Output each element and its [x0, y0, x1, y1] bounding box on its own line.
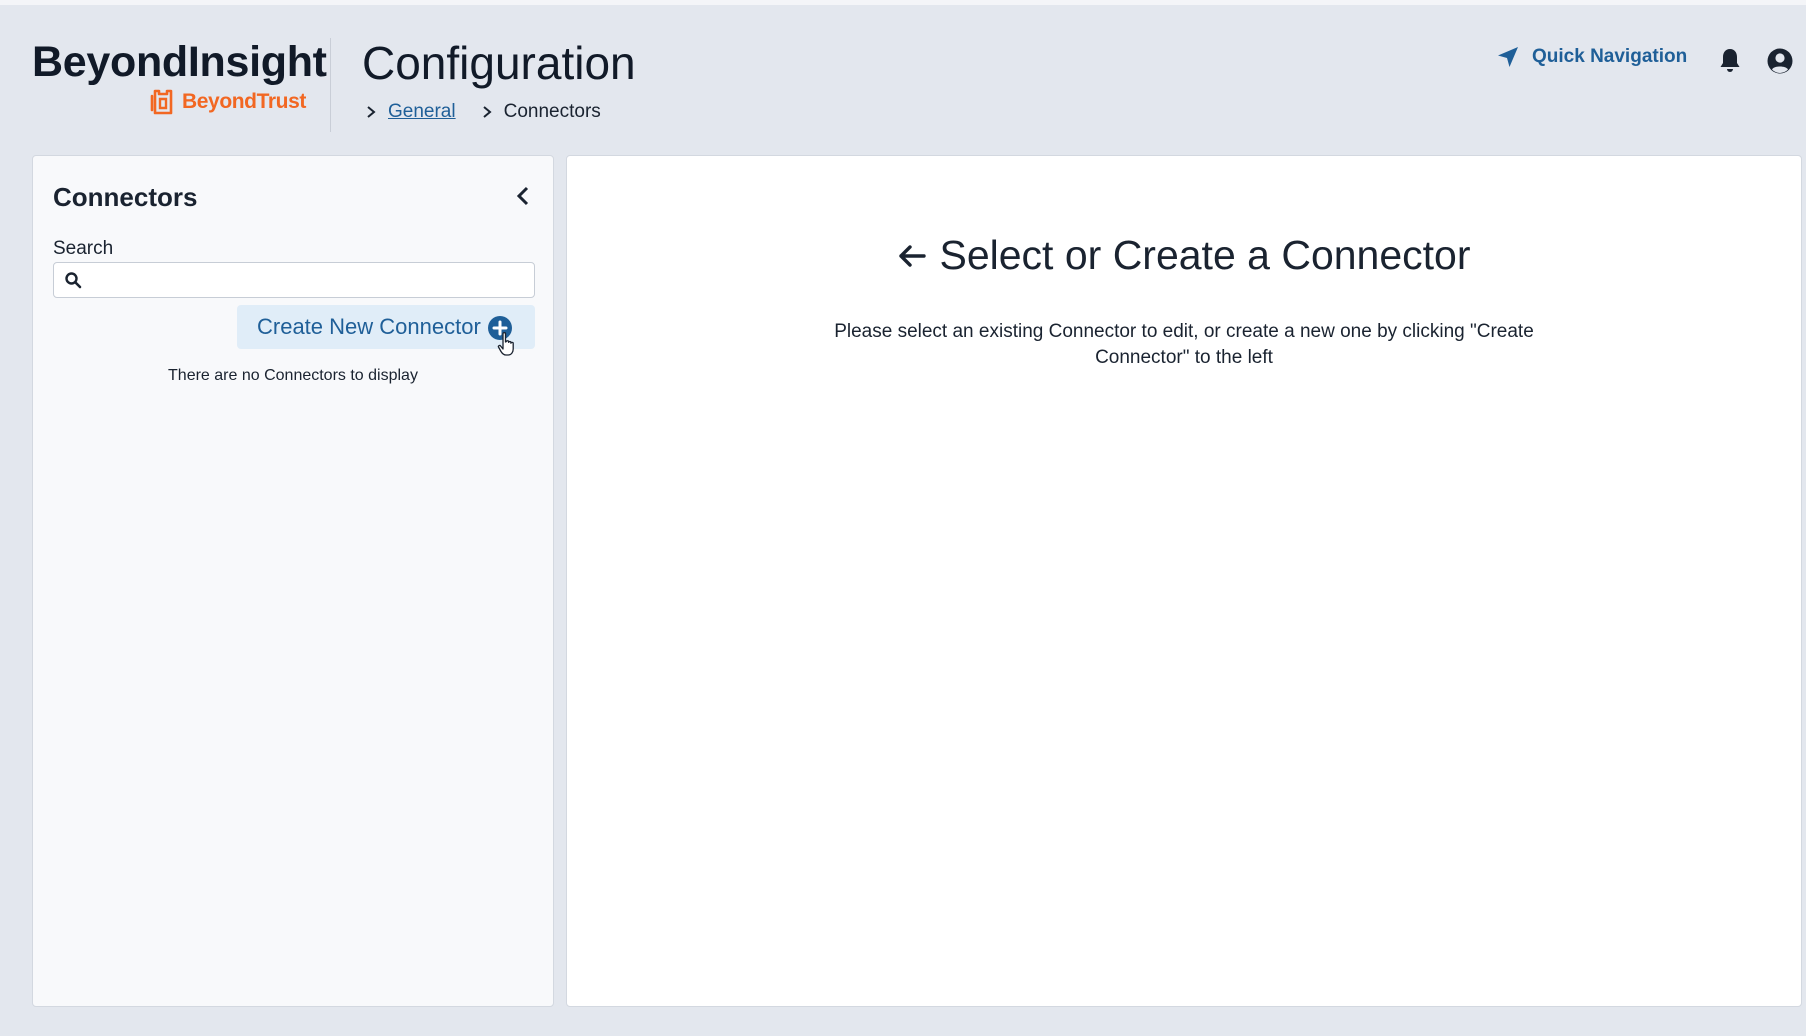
breadcrumb: General Connectors [364, 101, 601, 123]
search-icon [65, 272, 82, 289]
hand-pointer-cursor-icon [497, 332, 514, 356]
page-title: Configuration [362, 37, 636, 89]
create-new-connector-button[interactable]: Create New Connector [237, 305, 535, 349]
sidebar-title: Connectors [53, 182, 198, 212]
create-new-connector-label: Create New Connector [257, 314, 481, 339]
chevron-left-icon [516, 186, 529, 206]
quick-navigation-label: Quick Navigation [1532, 46, 1688, 67]
beyondtrust-logo-icon [150, 89, 173, 115]
connector-detail-panel: Select or Create a Connector Please sele… [566, 155, 1802, 1007]
chevron-right-icon [364, 105, 378, 119]
search-label: Search [53, 238, 114, 259]
brand-title: BeyondInsight [32, 38, 327, 86]
search-input[interactable] [90, 265, 530, 297]
header-divider [330, 38, 331, 132]
brand-logo[interactable]: BeyondInsight BeyondTrust [32, 37, 327, 115]
page-bottom-edge [0, 1010, 1806, 1036]
empty-state-description: Please select an existing Connector to e… [834, 321, 1534, 368]
bell-icon[interactable] [1718, 47, 1742, 75]
user-circle-icon[interactable] [1766, 47, 1794, 75]
empty-connectors-message: There are no Connectors to display [168, 367, 418, 384]
connectors-sidebar: Connectors Search Create New Connector T… [32, 155, 554, 1007]
empty-state-title: Select or Create a Connector [939, 232, 1471, 278]
breadcrumb-current: Connectors [503, 101, 601, 122]
chevron-right-icon [480, 105, 494, 119]
empty-state-heading: Select or Create a Connector [567, 232, 1801, 279]
brand-sub-label: BeyondTrust [182, 90, 306, 113]
collapse-sidebar-button[interactable] [511, 182, 535, 210]
app-header: BeyondInsight BeyondTrust Configuration … [0, 5, 1806, 150]
quick-navigation-button[interactable]: Quick Navigation [1496, 45, 1687, 69]
search-field[interactable] [53, 262, 535, 298]
arrow-left-icon [898, 244, 926, 267]
beyondtrust-logo: BeyondTrust [150, 87, 306, 117]
location-arrow-icon [1498, 47, 1518, 67]
breadcrumb-general-link[interactable]: General [388, 101, 456, 123]
